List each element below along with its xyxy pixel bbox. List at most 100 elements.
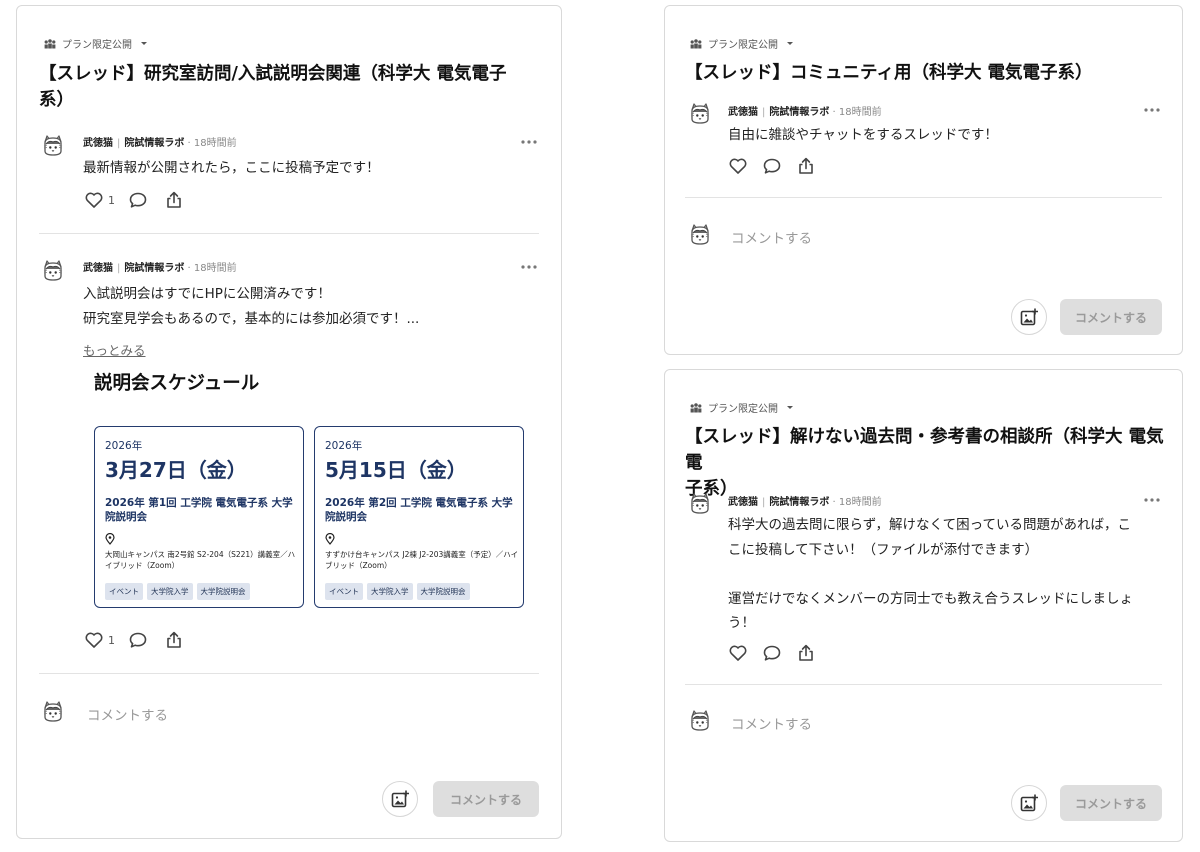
plan-label: プラン限定公開 [62,40,132,51]
thread-title: 【スレッド】解けない過去問・参考書の相談所（科学大 電気電 子系） [685,427,1164,499]
post-time: 18時間前 [193,263,237,274]
post-body: 科学大の過去問に限らず，解けなくて困っている問題があれば，こ こに投稿して下さい… [728,517,1133,631]
event-tag: イベント [105,583,143,600]
comment-bubble-icon[interactable] [761,156,783,176]
post-meta: 武徳猫 | 院試情報ラボ · 18時間前 [728,497,882,508]
submit-comment-button[interactable]: コメントする [433,781,539,817]
author-avatar[interactable] [688,102,712,126]
event-name: 2026年 第2回 工学院 電気電子系 大学院説明会 [325,497,513,523]
caret-down-icon [787,406,793,409]
attach-image-button[interactable] [382,781,418,817]
post-meta: 武徳猫 | 院試情報ラボ · 18時間前 [728,107,882,118]
caret-down-icon [787,42,793,45]
share-icon[interactable] [163,190,185,210]
share-icon[interactable] [163,630,185,650]
like-count: 1 [108,633,115,647]
members-icon [690,403,702,413]
event-tag: 大学院説明会 [416,583,470,600]
image-add-icon [1020,793,1039,812]
current-user-avatar [688,709,712,733]
plan-label: プラン限定公開 [708,40,778,51]
divider [685,684,1162,685]
comment-input[interactable]: コメントする [731,713,812,733]
more-options-icon[interactable] [1143,105,1161,115]
like-heart-icon[interactable] [83,190,105,210]
author-avatar[interactable] [41,259,65,283]
post-meta: 武徳猫 | 院試情報ラボ · 18時間前 [83,263,237,274]
image-add-icon [391,789,410,808]
thread-card-community: プラン限定公開 【スレッド】コミュニティ用（科学大 電気電子系） 武徳猫 | 院試情… [664,5,1183,355]
like-count: 1 [108,193,115,207]
event-tag: 大学院説明会 [196,583,250,600]
schedule-title: 説明会スケジュール [94,373,260,394]
author-name[interactable]: 武徳猫 [83,138,113,149]
event-tag: 大学院入学 [147,583,193,600]
author-avatar[interactable] [41,134,65,158]
event-date: 5月15日（金） [325,458,467,482]
schedule-image: 説明会スケジュール 2026年 3月27日（金） 2026年 第1回 工学院 電… [74,350,552,620]
post-body: 入試説明会はすでにHPに公開済みです！ 研究室見学会もあるので，基本的には参加必… [83,286,420,327]
location-pin-icon [325,533,335,545]
more-options-icon[interactable] [520,262,538,272]
org-name[interactable]: 院試情報ラボ [124,138,184,149]
org-name[interactable]: 院試情報ラボ [769,107,829,118]
current-user-avatar [688,223,712,247]
plan-label: プラン限定公開 [708,404,778,415]
thread-card-past-exams: プラン限定公開 【スレッド】解けない過去問・参考書の相談所（科学大 電気電 子系… [664,369,1183,842]
plan-visibility-selector[interactable]: プラン限定公開 [43,36,148,51]
divider [39,673,539,674]
thread-card-lab-visit: プラン限定公開 【スレッド】研究室訪問/入試説明会関連（科学大 電気電子 系） … [16,5,562,839]
org-name[interactable]: 院試情報ラボ [769,497,829,508]
post-actions [727,155,817,177]
attach-image-button[interactable] [1011,299,1047,335]
author-name[interactable]: 武徳猫 [728,107,758,118]
plan-visibility-selector[interactable]: プラン限定公開 [689,36,794,51]
comment-input[interactable]: コメントする [87,704,168,724]
event-location: 大岡山キャンパス 南2号館 S2-204（S221）講義室／ハイブリッド（Zoo… [105,550,296,570]
comment-bubble-icon[interactable] [761,643,783,663]
comment-input[interactable]: コメントする [731,227,812,247]
comment-bubble-icon[interactable] [127,630,149,650]
image-add-icon [1020,307,1039,326]
post-actions [727,642,817,664]
current-user-avatar [41,700,65,724]
more-options-icon[interactable] [1143,495,1161,505]
post-actions: 1 [83,189,185,211]
event-location: すずかけ台キャンパス J2棟 J2-203講義室（予定）／ハイブリッド（Zoom… [325,550,519,570]
author-name[interactable]: 武徳猫 [83,263,113,274]
post-meta: 武徳猫 | 院試情報ラボ · 18時間前 [83,138,237,149]
like-heart-icon[interactable] [727,156,749,176]
plan-visibility-selector[interactable]: プラン限定公開 [689,400,794,415]
post-body: 自由に雑談やチャットをするスレッドです！ [728,127,998,143]
share-icon[interactable] [795,156,817,176]
submit-comment-button[interactable]: コメントする [1060,299,1162,335]
caret-down-icon [141,42,147,45]
location-pin-icon [105,533,115,545]
post-time: 18時間前 [193,138,237,149]
like-heart-icon[interactable] [83,630,105,650]
post-body: 最新情報が公開されたら，ここに投稿予定です！ [83,160,380,176]
author-avatar[interactable] [688,492,712,516]
event-tag: イベント [325,583,363,600]
post-time: 18時間前 [838,497,882,508]
event-name: 2026年 第1回 工学院 電気電子系 大学院説明会 [105,497,293,523]
divider [39,233,539,234]
thread-title: 【スレッド】コミュニティ用（科学大 電気電子系） [685,63,1093,83]
attach-image-button[interactable] [1011,785,1047,821]
author-name[interactable]: 武徳猫 [728,497,758,508]
event-card: 2026年 3月27日（金） 2026年 第1回 工学院 電気電子系 大学院説明… [94,426,304,608]
submit-comment-button[interactable]: コメントする [1060,785,1162,821]
event-date: 3月27日（金） [105,458,247,482]
org-name[interactable]: 院試情報ラボ [124,263,184,274]
members-icon [44,39,56,49]
event-year: 2026年 [325,440,363,452]
post-time: 18時間前 [838,107,882,118]
divider [685,197,1162,198]
thread-title: 【スレッド】研究室訪問/入試説明会関連（科学大 電気電子 系） [39,64,507,110]
event-card: 2026年 5月15日（金） 2026年 第2回 工学院 電気電子系 大学院説明… [314,426,524,608]
comment-bubble-icon[interactable] [127,190,149,210]
event-tags: イベント 大学院入学 大学院説明会 [105,583,250,600]
like-heart-icon[interactable] [727,643,749,663]
more-options-icon[interactable] [520,137,538,147]
share-icon[interactable] [795,643,817,663]
